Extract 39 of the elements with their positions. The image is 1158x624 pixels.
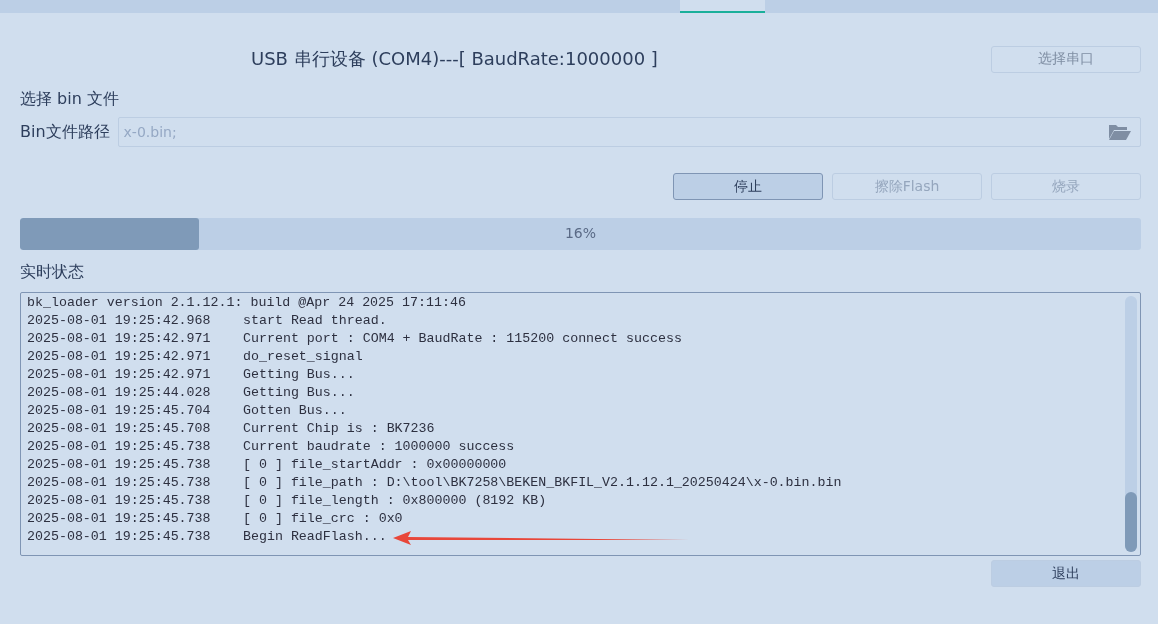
progress-text: 16% — [564, 225, 597, 241]
path-label: Bin文件路径 — [20, 121, 110, 143]
log-time: 2025-08-01 19:25:45.704 — [27, 402, 212, 420]
log-message: [ 0 ] file_length : 0x800000 (8192 KB) — [243, 492, 547, 510]
scrollbar[interactable] — [1125, 296, 1137, 552]
log-time: 2025-08-01 19:25:45.738 — [27, 492, 212, 510]
log-time: 2025-08-01 19:25:45.738 — [27, 438, 212, 456]
log-time: 2025-08-01 19:25:42.971 — [27, 348, 212, 366]
log-time: 2025-08-01 19:25:45.738 — [27, 510, 212, 528]
log-message: [ 0 ] file_crc : 0x0 — [243, 510, 403, 528]
tab[interactable] — [680, 0, 765, 13]
log-message: [ 0 ] file_path : D:\tool\BK7258\BEKEN_BKFIL_V2.1.12.1_20250424\x-0.bin.bin — [243, 474, 842, 492]
log-message: Gotten Bus... — [243, 402, 347, 420]
log-line: bk_loader version 2.1.12.1: build @Apr 24 2025 17:11:46 — [27, 294, 467, 312]
log-time: 2025-08-01 19:25:42.971 — [27, 366, 212, 384]
log-time: 2025-08-01 19:25:45.738 — [27, 456, 212, 474]
log-message: [ 0 ] file_startAddr : 0x00000000 — [243, 456, 507, 474]
path-field[interactable]: x-0.bin; — [117, 117, 1141, 147]
log-time: 2025-08-01 19:25:45.738 — [27, 474, 212, 492]
log-message: Current baudrate : 1000000 success — [243, 438, 515, 456]
section-heading: 选择 bin 文件 — [20, 89, 120, 110]
select-port-button[interactable]: 选择串口 — [991, 45, 1141, 73]
log-time: 2025-08-01 19:25:42.971 — [27, 330, 212, 348]
device-title: USB 串行设备 (COM4)---[ BaudRate:1000000 ] — [251, 47, 659, 71]
log-message: Current Chip is : BK7236 — [243, 420, 435, 438]
exit-button[interactable]: 退出 — [991, 560, 1141, 587]
log-message: Getting Bus... — [243, 384, 355, 402]
log-message: start Read thread. — [243, 312, 387, 330]
log-message: Current port : COM4 + BaudRate : 115200 connect success — [243, 330, 682, 348]
log-time: 2025-08-01 19:25:45.708 — [27, 420, 212, 438]
log-message: Getting Bus... — [243, 366, 355, 384]
log-time: 2025-08-01 19:25:44.028 — [27, 384, 212, 402]
section-heading: 实时状态 — [20, 262, 85, 283]
log-time: 2025-08-01 19:25:42.968 — [27, 312, 212, 330]
action-button[interactable]: 停止 — [673, 173, 823, 200]
folder-icon[interactable] — [1108, 123, 1132, 141]
log-message: Begin ReadFlash... — [243, 528, 387, 546]
log-message: do_reset_signal — [243, 348, 363, 366]
log-time: 2025-08-01 19:25:45.738 — [27, 528, 212, 546]
